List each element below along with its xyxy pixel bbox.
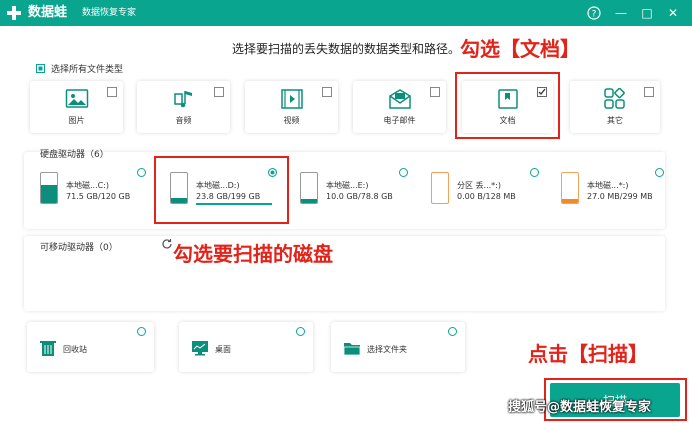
drive-radio[interactable] [530, 168, 539, 177]
select-all-box[interactable] [36, 64, 45, 73]
location-label: 桌面 [215, 345, 231, 354]
svg-text:?: ? [592, 10, 597, 20]
drive-name: 本地磁...E:) [326, 181, 369, 190]
type-card-email[interactable]: 电子邮件 [353, 81, 446, 133]
email-icon [388, 89, 411, 109]
annotation-box-documents [455, 72, 560, 139]
app-subtitle: 数据恢复专家 [82, 8, 137, 18]
refresh-icon[interactable] [161, 238, 173, 250]
location-radio[interactable] [137, 327, 146, 336]
app-name: 数据蛙 [28, 5, 68, 20]
type-label-video: 视频 [283, 116, 300, 125]
recycle-bin-icon [40, 341, 56, 356]
type-card-audio[interactable]: 音频 [137, 81, 230, 133]
type-card-images[interactable]: 图片 [30, 81, 123, 133]
page-heading: 选择要扫描的丢失数据的数据类型和路径。 [232, 42, 461, 56]
drive-name: 分区 丢...*:) [457, 181, 501, 190]
drive-size: 10.0 GB/78.8 GB [326, 192, 393, 201]
drive-c[interactable]: 本地磁...C:) 71.5 GB/120 GB [40, 168, 150, 210]
drive-radio[interactable] [137, 168, 146, 177]
type-label-images: 图片 [68, 116, 85, 125]
location-radio[interactable] [296, 327, 305, 336]
drive-name: 本地磁...*:) [587, 181, 629, 190]
annotation-check-disk: 勾选要扫描的磁盘 [173, 242, 333, 266]
hdd-section-title: 硬盘驱动器（6） [40, 150, 109, 160]
location-choose-folder[interactable]: 选择文件夹 [331, 322, 465, 372]
type-card-other[interactable]: 其它 [570, 81, 660, 133]
close-button[interactable]: ✕ [664, 4, 682, 22]
location-radio[interactable] [448, 327, 457, 336]
drive-icon [40, 172, 58, 204]
maximize-button[interactable]: □ [638, 4, 656, 22]
title-bar: 数据蛙 数据恢复专家 ? — □ ✕ [0, 0, 692, 26]
drive-local-star[interactable]: 本地磁...*:) 27.0 MB/299 MB [561, 168, 664, 210]
help-button[interactable]: ? [585, 4, 603, 22]
annotation-box-drive-d [154, 156, 289, 224]
drive-radio[interactable] [399, 168, 408, 177]
drive-lost-partition[interactable]: 分区 丢...*:) 0.00 B/128 MB [431, 168, 541, 210]
drive-radio[interactable] [655, 168, 664, 177]
type-label-email: 电子邮件 [383, 116, 416, 125]
location-label: 选择文件夹 [367, 345, 407, 354]
app-logo-icon [7, 6, 21, 20]
type-checkbox-video[interactable] [322, 87, 332, 97]
location-desktop[interactable]: 桌面 [179, 322, 313, 372]
help-icon: ? [587, 6, 601, 20]
type-checkbox-email[interactable] [430, 87, 440, 97]
type-label-audio: 音频 [175, 116, 192, 125]
desktop-icon [192, 341, 208, 356]
image-icon [65, 89, 88, 108]
removable-section-title: 可移动驱动器（0） [40, 243, 118, 253]
drive-size: 27.0 MB/299 MB [587, 192, 653, 201]
type-checkbox-audio[interactable] [214, 87, 224, 97]
drive-icon [431, 172, 449, 204]
other-icon [604, 88, 625, 109]
drive-size: 71.5 GB/120 GB [66, 192, 131, 201]
removable-section [24, 236, 665, 311]
location-label: 回收站 [63, 345, 87, 354]
type-checkbox-images[interactable] [107, 87, 117, 97]
select-all-label: 选择所有文件类型 [51, 65, 124, 75]
folder-icon [343, 343, 361, 356]
type-checkbox-other[interactable] [644, 87, 654, 97]
drive-name: 本地磁...C:) [66, 181, 110, 190]
music-icon [173, 91, 192, 108]
video-icon [280, 89, 303, 109]
minimize-button[interactable]: — [612, 4, 630, 22]
drive-size: 0.00 B/128 MB [457, 192, 516, 201]
drive-e[interactable]: 本地磁...E:) 10.0 GB/78.8 GB [300, 168, 410, 210]
drive-icon [300, 172, 318, 204]
location-recycle-bin[interactable]: 回收站 [27, 322, 154, 372]
select-all-checkbox[interactable]: 选择所有文件类型 [36, 62, 123, 75]
type-label-other: 其它 [607, 116, 623, 125]
annotation-click-scan: 点击【扫描】 [528, 342, 648, 366]
watermark: 搜狐号@数据蛙恢复专家 [508, 400, 652, 415]
drive-icon [561, 172, 579, 204]
annotation-check-docs: 勾选【文档】 [460, 37, 580, 61]
type-card-video[interactable]: 视频 [245, 81, 338, 133]
